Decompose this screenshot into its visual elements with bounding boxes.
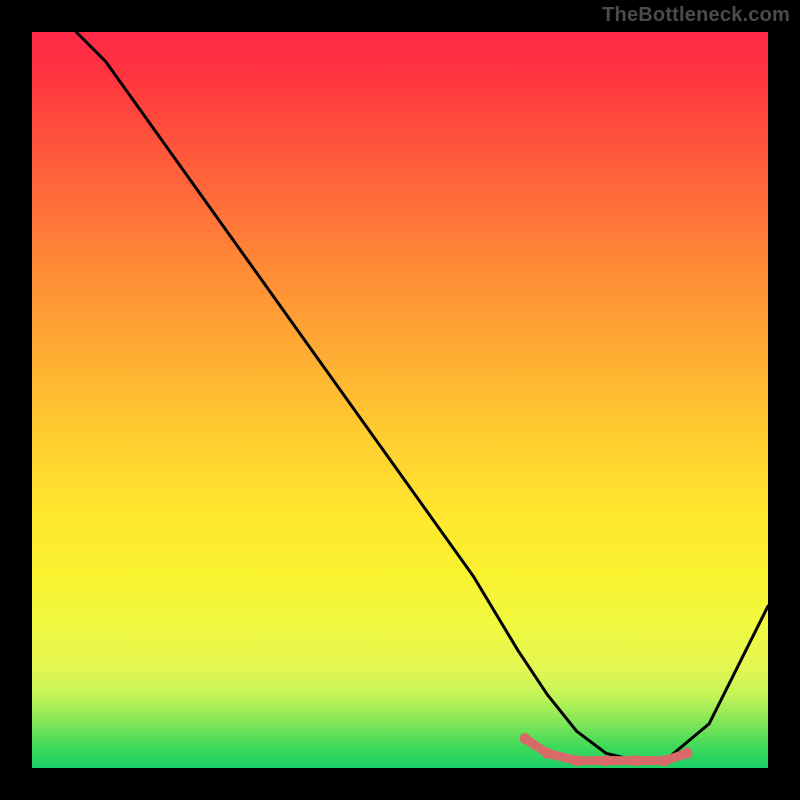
chart-stage: TheBottleneck.com (0, 0, 800, 800)
highlight-dot (601, 755, 612, 766)
highlight-dot (660, 755, 671, 766)
highlight-dot (520, 733, 531, 744)
highlight-dot (542, 748, 553, 759)
highlight-dots (520, 733, 693, 766)
main-curve (76, 32, 768, 761)
watermark-text: TheBottleneck.com (602, 4, 790, 27)
highlight-dot (571, 755, 582, 766)
plot-area (32, 32, 768, 768)
chart-svg (32, 32, 768, 768)
highlight-dot (630, 755, 641, 766)
highlight-dot (682, 748, 693, 759)
